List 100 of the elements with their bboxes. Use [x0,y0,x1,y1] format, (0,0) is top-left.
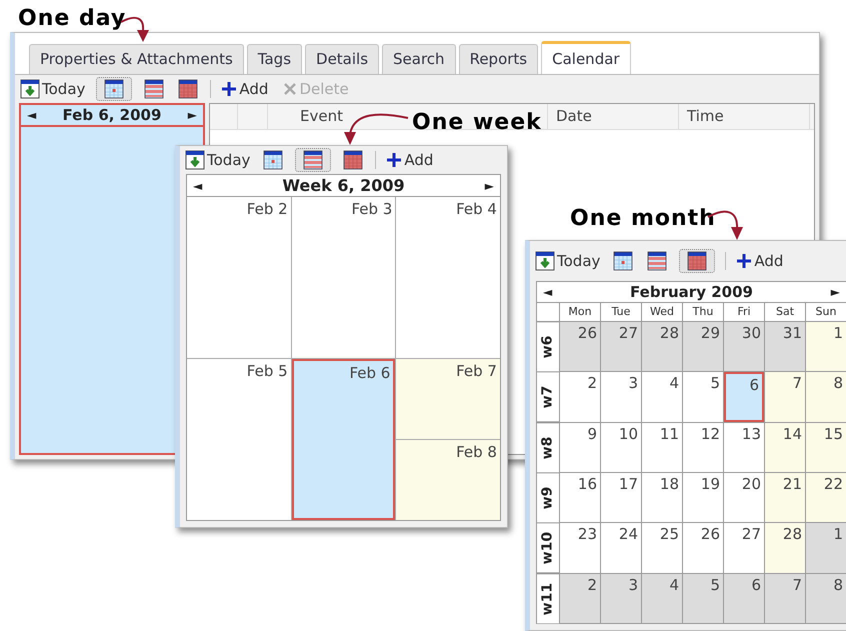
tab[interactable]: Calendar [541,41,631,74]
calendar-download-icon [20,79,40,99]
day-calendar-icon [613,251,634,271]
tab[interactable]: Details [305,44,380,74]
day-cell[interactable]: 22 [806,472,846,522]
day-cell[interactable]: 3 [601,574,641,623]
day-cell[interactable]: 11 [642,422,682,472]
day-cell[interactable]: 27 [724,523,764,573]
day-cell[interactable]: Feb 6 [292,359,396,520]
weekday-header: Wed [642,303,682,321]
tab[interactable]: Tags [246,44,302,74]
weekday-header: Sat [765,303,805,321]
curved-arrow [344,114,408,145]
day-cell[interactable]: 8 [806,574,846,623]
column-header[interactable]: Time [679,104,810,129]
week-number: w10 [537,523,559,573]
day-cell[interactable]: Feb 2 [187,197,291,358]
period-title: Week 6, 2009 [282,174,405,196]
column-header[interactable]: Event [268,104,398,129]
day-cell[interactable]: 25 [642,523,682,573]
today-button[interactable]: Today [534,250,602,272]
day-cell[interactable]: 23 [560,523,600,573]
week-view-button[interactable] [295,148,332,172]
add-button[interactable]: Add [221,78,268,100]
day-cell[interactable]: 26 [683,523,723,573]
weekday-header: Fri [724,303,764,321]
today-button[interactable]: Today [184,148,252,172]
day-cell[interactable]: 10 [601,422,641,472]
day-cell[interactable]: 3 [601,372,641,422]
day-cell[interactable]: 6 [724,372,764,422]
day-cell[interactable]: 4 [642,574,682,623]
month-view-button[interactable] [679,249,716,273]
week-view-button[interactable] [142,77,166,101]
day-cell[interactable]: 24 [601,523,641,573]
day-cell[interactable]: 26 [560,322,600,372]
day-cell[interactable]: 17 [601,472,641,522]
add-button[interactable]: Add [386,148,434,172]
day-cell[interactable]: 1 [806,322,846,372]
day-cell[interactable]: 13 [724,422,764,472]
previous-button[interactable]: ◄ [193,176,202,194]
week-calendar-icon [647,251,668,271]
day-cell[interactable]: Feb 8 [396,440,500,520]
column-header[interactable]: Date [548,104,679,129]
add-button[interactable]: Add [736,250,784,272]
day-cell[interactable]: 5 [683,372,723,422]
day-cell[interactable]: Feb 7 [396,359,500,439]
day-calendar-icon [263,150,284,170]
day-view-button[interactable] [611,249,636,273]
day-cell[interactable]: 29 [683,322,723,372]
previous-button[interactable]: ◄ [27,106,36,124]
calendar-download-icon [185,150,205,170]
day-cell[interactable]: 1 [806,523,846,573]
week-number: w6 [537,322,559,372]
next-button[interactable]: ► [188,106,197,124]
day-cell[interactable]: 19 [683,472,723,522]
day-cell[interactable]: Feb 3 [292,197,396,358]
next-button[interactable]: ► [830,283,840,301]
day-cell[interactable]: 4 [642,372,682,422]
annotation-label: One week [411,109,543,137]
previous-button[interactable]: ◄ [543,283,552,301]
day-cell[interactable]: 2 [560,574,600,623]
month-calendar-icon [343,150,364,170]
day-cell[interactable]: 28 [765,523,805,573]
day-cell[interactable]: Feb 5 [187,359,291,520]
day-cell[interactable]: 31 [765,322,805,372]
day-cell[interactable]: 20 [724,472,764,522]
day-cell[interactable]: 2 [560,372,600,422]
month-view-button[interactable] [176,77,200,101]
tab[interactable]: Reports [458,44,538,74]
day-cell[interactable]: 7 [765,574,805,623]
weekday-header: Tue [601,303,641,321]
tab[interactable]: Properties & Attachments [29,44,244,74]
day-cell[interactable]: 30 [724,322,764,372]
day-cell[interactable]: 21 [765,472,805,522]
today-button[interactable]: Today [19,78,86,100]
day-cell[interactable]: 27 [601,322,641,372]
day-cell[interactable]: Feb 4 [396,197,500,358]
day-cell[interactable]: 16 [560,472,600,522]
day-view-button[interactable] [261,148,286,172]
week-view-button[interactable] [645,249,670,273]
day-cell[interactable]: 28 [642,322,682,372]
annotation-label: One month [570,205,716,233]
day-cell[interactable]: 6 [724,574,764,623]
day-cell[interactable]: 14 [765,422,805,472]
tab[interactable]: Search [382,44,456,74]
week-number: w7 [537,372,559,422]
day-cell[interactable]: 8 [806,372,846,422]
day-cell[interactable]: 7 [765,372,805,422]
day-cell[interactable]: 18 [642,472,682,522]
week-number: w8 [537,422,559,472]
day-calendar-icon [104,79,124,99]
day-view-button[interactable] [96,77,132,101]
month-view-button[interactable] [341,148,366,172]
next-button[interactable]: ► [484,176,494,194]
day-cell[interactable]: 5 [683,574,723,623]
day-cell[interactable]: 12 [683,422,723,472]
week-number: w11 [537,574,559,623]
day-cell[interactable]: 9 [560,422,600,472]
day-cell[interactable]: 15 [806,422,846,472]
month-calendar-icon [687,251,708,271]
